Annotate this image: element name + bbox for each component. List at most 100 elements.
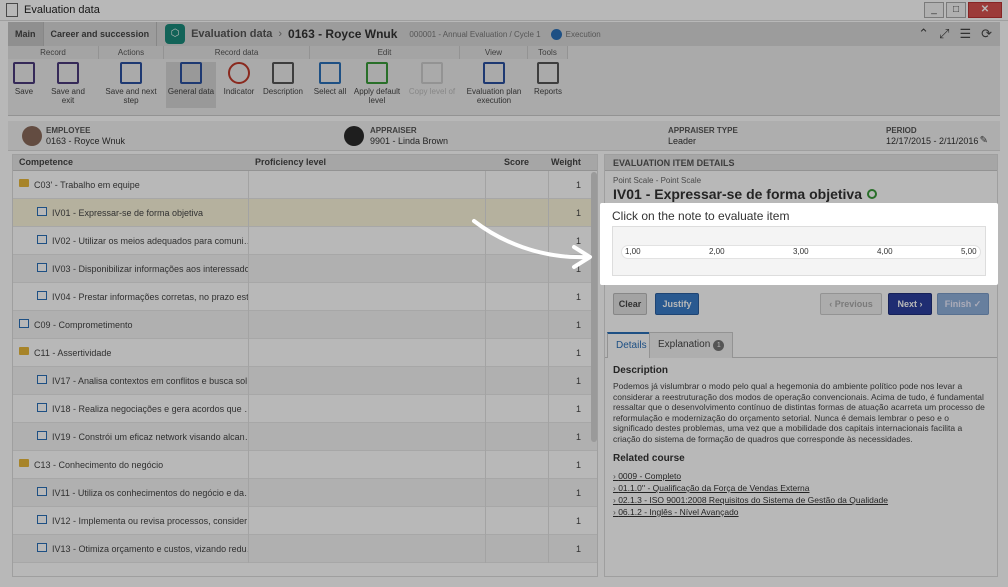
collapse-icon[interactable]: ⌃ bbox=[918, 26, 929, 42]
table-row[interactable]: C11 - Assertividade 1 bbox=[13, 339, 597, 367]
reports-button[interactable]: Reports bbox=[530, 62, 566, 96]
save-button[interactable]: Save bbox=[10, 62, 38, 96]
refresh-icon[interactable]: ⟳ bbox=[981, 26, 992, 42]
next-button[interactable]: Next › bbox=[888, 293, 932, 315]
description-button[interactable]: Description bbox=[260, 62, 306, 96]
grid-scrollbar[interactable] bbox=[591, 172, 597, 442]
save-exit-button[interactable]: Save and exit bbox=[44, 62, 92, 105]
copy-level-label: Copy level of bbox=[408, 87, 456, 96]
column-divider bbox=[248, 535, 249, 563]
column-divider bbox=[548, 367, 549, 395]
justify-button[interactable]: Justify bbox=[655, 293, 699, 315]
evaluation-plan-label: Evaluation plan execution bbox=[466, 87, 522, 105]
row-label: IV18 - Realiza negociações e gera acordo… bbox=[52, 404, 248, 414]
column-divider bbox=[485, 367, 486, 395]
scale-option[interactable]: 2,00 bbox=[709, 247, 725, 256]
column-divider bbox=[548, 423, 549, 451]
chevron-right-icon: › bbox=[917, 299, 923, 309]
row-label: IV13 - Otimiza orçamento e custos, vizan… bbox=[52, 544, 248, 554]
scale-option[interactable]: 5,00 bbox=[961, 247, 977, 256]
table-row[interactable]: C03' - Trabalho em equipe 1 bbox=[13, 171, 597, 199]
course-link[interactable]: 06.1.2 - Inglês - Nível Avançado bbox=[613, 507, 738, 517]
general-data-button[interactable]: General data bbox=[166, 62, 216, 108]
row-label: IV03 - Disponibilizar informações aos in… bbox=[52, 264, 248, 274]
table-row[interactable]: IV04 - Prestar informações corretas, no … bbox=[13, 283, 597, 311]
fullscreen-icon[interactable]: ⤢ bbox=[939, 26, 949, 42]
table-row[interactable]: IV18 - Realiza negociações e gera acordo… bbox=[13, 395, 597, 423]
explanation-count-badge: 1 bbox=[713, 340, 725, 351]
indicator-button[interactable]: Indicator bbox=[220, 62, 258, 96]
scale-option[interactable]: 4,00 bbox=[877, 247, 893, 256]
col-score[interactable]: Score bbox=[504, 157, 529, 167]
column-divider bbox=[248, 423, 249, 451]
copy-level-button[interactable]: Copy level of bbox=[408, 62, 456, 96]
printer-icon bbox=[537, 62, 559, 84]
column-divider bbox=[548, 171, 549, 199]
column-divider bbox=[248, 227, 249, 255]
list-icon bbox=[37, 291, 47, 300]
col-proficiency[interactable]: Proficiency level bbox=[255, 157, 326, 167]
notepad-icon bbox=[272, 62, 294, 84]
apply-default-button[interactable]: Apply default level bbox=[352, 62, 402, 105]
employee-info-bar: EMPLOYEE 0163 - Royce Wnuk APPRAISER 990… bbox=[8, 121, 1000, 151]
table-row[interactable]: C09 - Comprometimento 1 bbox=[13, 311, 597, 339]
column-divider bbox=[485, 395, 486, 423]
tutorial-arrow-icon bbox=[472, 219, 592, 269]
maximize-icon[interactable]: □ bbox=[946, 2, 966, 18]
select-all-button[interactable]: Select all bbox=[312, 62, 348, 96]
score-scale: 1,00 2,00 3,00 4,00 5,00 bbox=[612, 226, 986, 276]
tab-explanation[interactable]: Explanation 1 bbox=[649, 332, 734, 358]
badge-icon bbox=[867, 189, 877, 199]
apply-default-label: Apply default level bbox=[353, 87, 401, 105]
group-actions: Actions bbox=[99, 46, 164, 59]
row-weight: 1 bbox=[575, 404, 581, 414]
save-exit-icon bbox=[57, 62, 79, 84]
list-icon bbox=[37, 515, 47, 524]
table-row[interactable]: IV13 - Otimiza orçamento e custos, vizan… bbox=[13, 535, 597, 563]
scale-option[interactable]: 3,00 bbox=[793, 247, 809, 256]
edit-pencil-icon[interactable]: ✎ bbox=[980, 135, 988, 146]
row-weight: 1 bbox=[575, 460, 581, 470]
previous-button[interactable]: ‹ Previous bbox=[820, 293, 882, 315]
details-header: EVALUATION ITEM DETAILS bbox=[605, 155, 997, 171]
course-link[interactable]: 0009 - Completo bbox=[613, 471, 681, 481]
column-divider bbox=[548, 339, 549, 367]
table-row[interactable]: IV17 - Analisa contextos em conflitos e … bbox=[13, 367, 597, 395]
column-divider bbox=[248, 479, 249, 507]
save-next-button[interactable]: Save and next step bbox=[104, 62, 158, 105]
column-divider bbox=[548, 479, 549, 507]
indicator-label: Indicator bbox=[223, 87, 255, 96]
clear-button[interactable]: Clear bbox=[613, 293, 647, 315]
close-icon[interactable]: ✕ bbox=[968, 2, 1002, 18]
tab-career[interactable]: Career and succession bbox=[44, 22, 158, 46]
row-weight: 1 bbox=[575, 180, 581, 190]
previous-label: Previous bbox=[834, 299, 873, 309]
explanation-label: Explanation bbox=[658, 339, 711, 350]
gauge-icon bbox=[228, 62, 250, 84]
table-row[interactable]: IV19 - Constrói um eficaz network visand… bbox=[13, 423, 597, 451]
scale-option[interactable]: 1,00 bbox=[625, 247, 641, 256]
column-divider bbox=[548, 451, 549, 479]
tab-main[interactable]: Main bbox=[8, 22, 44, 46]
finish-button[interactable]: Finish ✓ bbox=[937, 293, 989, 315]
minimize-icon[interactable]: _ bbox=[924, 2, 944, 18]
table-row[interactable]: IV12 - Implementa ou revisa processos, c… bbox=[13, 507, 597, 535]
col-competence[interactable]: Competence bbox=[19, 157, 73, 167]
chevron-right-icon: › bbox=[278, 28, 283, 40]
table-row[interactable]: C13 - Conhecimento do negócio 1 bbox=[13, 451, 597, 479]
list-icon bbox=[37, 375, 47, 384]
row-weight: 1 bbox=[575, 376, 581, 386]
menu-icon[interactable]: ☰ bbox=[959, 26, 971, 42]
course-link[interactable]: 02.1.3 - ISO 9001:2008 Requisitos do Sis… bbox=[613, 495, 888, 505]
course-link[interactable]: 01.1.0'' - Qualificação da Força de Vend… bbox=[613, 483, 809, 493]
period-label: PERIOD bbox=[886, 126, 917, 135]
row-label: IV12 - Implementa ou revisa processos, c… bbox=[52, 516, 248, 526]
evaluation-plan-button[interactable]: Evaluation plan execution bbox=[464, 62, 524, 105]
save-label: Save bbox=[14, 87, 34, 96]
check-icon: ✓ bbox=[971, 299, 982, 309]
table-row[interactable]: IV11 - Utiliza os conhecimentos do negóc… bbox=[13, 479, 597, 507]
description-title: Description bbox=[613, 365, 669, 376]
column-divider bbox=[485, 171, 486, 199]
col-weight[interactable]: Weight bbox=[551, 157, 581, 167]
row-label: C03' - Trabalho em equipe bbox=[34, 180, 140, 190]
